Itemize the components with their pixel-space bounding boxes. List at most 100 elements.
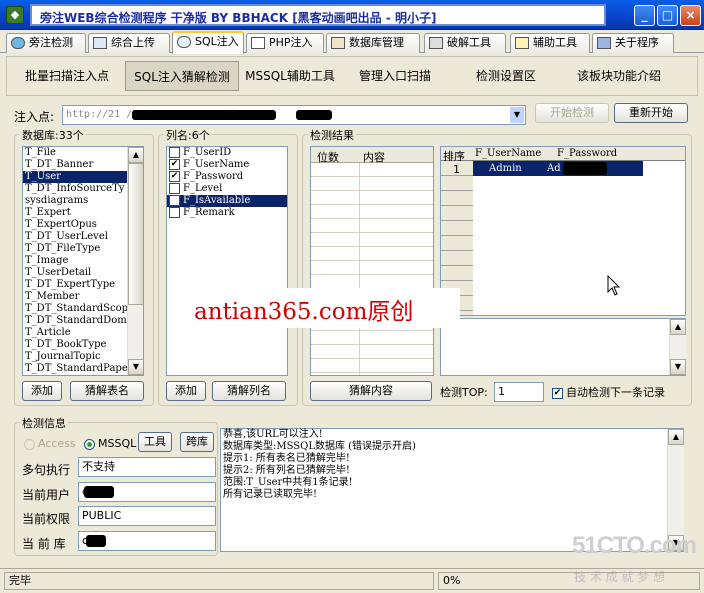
records-grid[interactable]: 排序 F_UserName F_Password 1 Admin Ad OP bbox=[440, 146, 686, 316]
minimize-button[interactable]: _ bbox=[634, 5, 655, 26]
table-list-item[interactable]: T_Member bbox=[23, 291, 143, 303]
multi-exec-field[interactable]: 不支持 bbox=[78, 457, 216, 477]
add-table-button[interactable]: 添加 bbox=[22, 381, 62, 401]
record-username: Admin bbox=[489, 163, 522, 174]
grid-rows bbox=[311, 163, 433, 375]
checkbox-empty-icon[interactable] bbox=[169, 183, 180, 194]
column-list-item[interactable]: F_IsAvailable bbox=[167, 195, 287, 207]
tab-about[interactable]: 关于程序 bbox=[592, 33, 674, 53]
subnav-settings[interactable]: 检测设置区 bbox=[469, 61, 543, 91]
tab-db-manage[interactable]: 数据库管理 bbox=[326, 33, 420, 53]
add-column-button[interactable]: 添加 bbox=[166, 381, 206, 401]
column-list[interactable]: F_UserID ✔ F_UserName ✔ F_Password F_Level F_I… bbox=[166, 146, 288, 376]
start-detect-button[interactable]: 开始检测 bbox=[535, 103, 609, 123]
column-list-item[interactable]: F_Remark bbox=[167, 207, 287, 219]
tab-aux-tools[interactable]: 辅助工具 bbox=[510, 33, 590, 53]
tab-label: 破解工具 bbox=[447, 36, 491, 49]
table-list-item[interactable]: T_DT_BookType bbox=[23, 339, 143, 351]
magnifier-icon bbox=[177, 36, 191, 48]
checkbox-checked-icon[interactable]: ✔ bbox=[169, 171, 180, 182]
column-list-item[interactable]: F_Level bbox=[167, 183, 287, 195]
page-icon bbox=[251, 37, 265, 49]
guess-columns-button[interactable]: 猜解列名 bbox=[212, 381, 286, 401]
subnav-batch-scan[interactable]: 批量扫描注入点 bbox=[15, 61, 119, 91]
table-list-item[interactable]: T_DT_StandardDoms bbox=[23, 315, 143, 327]
table-list-scrollbar[interactable]: ▲ ▼ bbox=[127, 147, 143, 375]
scroll-up-icon[interactable]: ▲ bbox=[128, 147, 143, 163]
sub-navigation: 批量扫描注入点 SQL注入猜解检测 MSSQL辅助工具 管理入口扫描 检测设置区… bbox=[6, 56, 698, 96]
window-title: 旁注WEB综合检测程序 干净版 BY BBHACK [黑客动画吧出品 - 明小子… bbox=[40, 11, 437, 25]
tab-side-detect[interactable]: 旁注检测 bbox=[6, 33, 86, 53]
table-list-item[interactable]: T_File bbox=[23, 147, 143, 159]
tab-crack-tools[interactable]: 破解工具 bbox=[424, 33, 506, 53]
database-icon bbox=[331, 37, 345, 49]
auto-next-checkbox[interactable]: ✔ 自动检测下一条记录 bbox=[552, 384, 665, 400]
table-list-item[interactable]: T_User bbox=[23, 171, 143, 183]
title-bar[interactable]: ◆ 旁注WEB综合检测程序 干净版 BY BBHACK [黑客动画吧出品 - 明… bbox=[0, 0, 704, 30]
result-label: 检测结果 bbox=[308, 127, 356, 143]
table-list-item[interactable]: T_DT_StandardScop bbox=[23, 303, 143, 315]
table-list-item[interactable]: T_JournalTopic bbox=[23, 351, 143, 363]
subnav-admin-scan[interactable]: 管理入口扫描 bbox=[353, 61, 437, 91]
table-list-item[interactable]: T_Article bbox=[23, 327, 143, 339]
table-list-item[interactable]: T_DT_InfoSourceTy bbox=[23, 183, 143, 195]
checkbox-empty-icon[interactable] bbox=[169, 195, 180, 206]
top-input[interactable]: 1 bbox=[494, 382, 544, 402]
overlay-watermark-text: antian365.com原创 bbox=[194, 299, 414, 325]
column-name: F_IsAvailable bbox=[183, 195, 251, 206]
cross-db-button[interactable]: 跨库 bbox=[180, 432, 214, 452]
subnav-help[interactable]: 该板块功能介绍 bbox=[567, 61, 671, 91]
tab-label: PHP注入 bbox=[269, 36, 313, 49]
table-list-item[interactable]: T_DT_StandardPape bbox=[23, 363, 143, 375]
table-list-item[interactable]: T_Image bbox=[23, 255, 143, 267]
radio-access[interactable]: Access bbox=[24, 437, 76, 450]
digit-content-grid[interactable]: 位数 内容 bbox=[310, 146, 434, 376]
guess-content-button[interactable]: 猜解内容 bbox=[310, 381, 432, 401]
table-list[interactable]: T_File T_DT_Banner T_User T_DT_InfoSourceTy… bbox=[22, 146, 144, 376]
checkbox-checked-icon[interactable]: ✔ bbox=[169, 159, 180, 170]
scroll-thumb[interactable] bbox=[128, 163, 143, 305]
column-list-item[interactable]: ✔ F_Password bbox=[167, 171, 287, 183]
scroll-down-icon[interactable]: ▼ bbox=[128, 359, 143, 375]
subnav-sql-guess[interactable]: SQL注入猜解检测 bbox=[125, 61, 239, 91]
log-line: 范围:T_User中共有1条记录! bbox=[223, 477, 353, 488]
scroll-up-icon[interactable]: ▲ bbox=[670, 319, 686, 335]
restart-button[interactable]: 重新开始 bbox=[614, 103, 688, 123]
close-button[interactable]: × bbox=[680, 5, 701, 26]
redaction-mask bbox=[132, 110, 276, 120]
table-list-item[interactable]: T_DT_ExpertType bbox=[23, 279, 143, 291]
redaction-mask bbox=[563, 162, 607, 175]
detail-text-area[interactable]: ▲ ▼ bbox=[440, 318, 686, 376]
tab-sql-injection[interactable]: SQL注入 bbox=[172, 31, 244, 54]
scroll-down-icon[interactable]: ▼ bbox=[670, 359, 686, 375]
redaction-mask bbox=[296, 110, 332, 120]
tools-button[interactable]: 工具 bbox=[138, 432, 172, 452]
checkbox-empty-icon[interactable] bbox=[169, 147, 180, 158]
url-dropdown-arrow-icon[interactable]: ▼ bbox=[510, 107, 524, 123]
table-list-item[interactable]: T_DT_UserLevel bbox=[23, 231, 143, 243]
table-list-item[interactable]: sysdiagrams bbox=[23, 195, 143, 207]
guess-tables-button[interactable]: 猜解表名 bbox=[70, 381, 144, 401]
title-box: 旁注WEB综合检测程序 干净版 BY BBHACK [黑客动画吧出品 - 明小子… bbox=[30, 4, 606, 26]
table-list-item[interactable]: T_ExpertOpus bbox=[23, 219, 143, 231]
subnav-mssql-tools[interactable]: MSSQL辅助工具 bbox=[245, 61, 335, 91]
main-tabs: 旁注检测 综合上传 SQL注入 PHP注入 数据库管理 破解工具 辅助工具 关于… bbox=[0, 31, 704, 54]
table-list-item[interactable]: T_DT_Banner bbox=[23, 159, 143, 171]
header-username: F_UserName bbox=[475, 148, 542, 159]
detail-scrollbar[interactable]: ▲ ▼ bbox=[669, 319, 686, 375]
maximize-button[interactable]: □ bbox=[657, 5, 678, 26]
checkbox-empty-icon[interactable] bbox=[169, 207, 180, 218]
log-line: 提示1: 所有表名已猜解完毕! bbox=[223, 453, 350, 464]
tab-php-injection[interactable]: PHP注入 bbox=[246, 33, 324, 53]
radio-mssql[interactable]: MSSQL bbox=[84, 437, 136, 450]
column-name: F_UserID bbox=[183, 147, 232, 158]
current-permission-field[interactable]: PUBLIC bbox=[78, 506, 216, 526]
tab-upload[interactable]: 综合上传 bbox=[88, 33, 170, 53]
redaction-mask bbox=[86, 535, 106, 547]
table-list-item[interactable]: T_UserDetail bbox=[23, 267, 143, 279]
column-list-item[interactable]: F_UserID bbox=[167, 147, 287, 159]
scroll-up-icon[interactable]: ▲ bbox=[668, 429, 684, 445]
table-list-item[interactable]: T_Expert bbox=[23, 207, 143, 219]
table-list-item[interactable]: T_DT_FileType bbox=[23, 243, 143, 255]
column-list-item[interactable]: ✔ F_UserName bbox=[167, 159, 287, 171]
